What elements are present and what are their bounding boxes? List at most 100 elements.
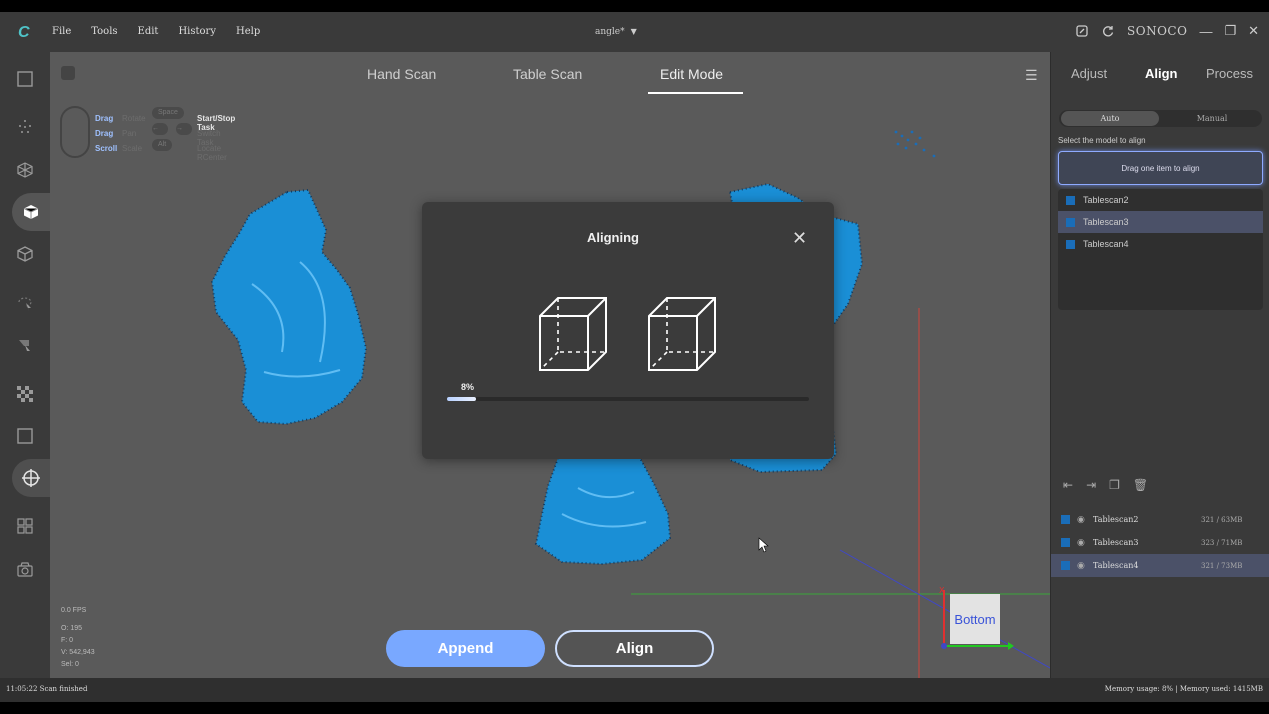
- duplicate-icon[interactable]: ❐: [1109, 478, 1120, 492]
- minimize-icon[interactable]: —: [1199, 24, 1212, 39]
- select-model-label: Select the model to align: [1058, 136, 1146, 145]
- list-item-label: Tablescan2: [1083, 195, 1129, 205]
- menu-bar: File Tools Edit History Help: [52, 26, 260, 37]
- stat-sel: Sel: 0: [61, 661, 79, 668]
- table-row[interactable]: ◉ Tablescan3 323 / 71MB: [1051, 531, 1269, 554]
- menu-history[interactable]: History: [178, 26, 216, 37]
- color-swatch: [1061, 515, 1070, 524]
- stat-v: V: 542,943: [61, 649, 95, 656]
- color-swatch: [1061, 561, 1070, 570]
- lasso-select-icon[interactable]: [13, 292, 37, 316]
- solid-model-icon[interactable]: [12, 193, 50, 231]
- view-settings-icon[interactable]: [61, 66, 75, 80]
- chevron-down-icon: ▼: [630, 27, 637, 36]
- document-selector[interactable]: angle* ▼: [595, 27, 637, 37]
- align-drop-zone[interactable]: Drag one item to align: [1058, 151, 1263, 185]
- eye-icon[interactable]: ◉: [1077, 538, 1091, 548]
- align-mode-toggle: Auto Manual: [1059, 110, 1262, 127]
- cube-icon: [539, 297, 607, 371]
- hint-locate: Locate RCenter: [197, 144, 227, 162]
- model-name: Tablescan2: [1093, 515, 1139, 524]
- eye-icon[interactable]: ◉: [1077, 561, 1091, 571]
- sync-icon[interactable]: [1101, 24, 1115, 38]
- menu-file[interactable]: File: [52, 26, 71, 37]
- screenshot-icon[interactable]: [13, 557, 37, 581]
- hint-pan: Pan: [122, 129, 137, 138]
- layout-grid-icon[interactable]: [13, 514, 37, 538]
- svg-text:X: X: [939, 586, 945, 595]
- table-row[interactable]: ◉ Tablescan2 321 / 63MB: [1051, 508, 1269, 531]
- point-cloud-icon[interactable]: [13, 115, 37, 139]
- app-logo-icon: C: [18, 24, 30, 41]
- color-swatch: [1066, 195, 1075, 205]
- tablescan-model-bottom[interactable]: [534, 457, 672, 566]
- append-button[interactable]: Append: [386, 630, 545, 667]
- hint-drag-pan-label: Drag: [95, 129, 114, 138]
- textured-model-icon[interactable]: [13, 242, 37, 266]
- mouse-cursor-icon: [758, 537, 769, 553]
- dialog-title: Aligning: [587, 230, 639, 245]
- model-list: ◉ Tablescan2 321 / 63MB ◉ Tablescan3 323 / 7…: [1051, 508, 1269, 577]
- tablescan-model-left[interactable]: [210, 188, 368, 426]
- status-bar: 11:05:22 Scan finished Memory usage: 8% …: [0, 678, 1269, 702]
- arrow-right-key-icon: →: [176, 123, 192, 135]
- align-button[interactable]: Align: [555, 630, 714, 667]
- left-toolbar: [0, 52, 50, 678]
- stat-fps: 0.0 FPS: [61, 607, 87, 614]
- delete-icon[interactable]: 🗑: [1133, 478, 1148, 492]
- tab-hand-scan[interactable]: Hand Scan: [367, 66, 436, 82]
- tab-align[interactable]: Align: [1145, 66, 1178, 81]
- list-item[interactable]: Tablescan2: [1058, 189, 1263, 211]
- menu-tools[interactable]: Tools: [91, 26, 117, 37]
- color-swatch: [1066, 217, 1075, 227]
- import-icon[interactable]: ⇤: [1063, 478, 1073, 492]
- restore-icon[interactable]: ❐: [1224, 23, 1236, 39]
- hint-scroll-label: Scroll: [95, 144, 118, 153]
- list-item[interactable]: Tablescan3: [1058, 211, 1263, 233]
- tab-edit-mode[interactable]: Edit Mode: [660, 66, 723, 82]
- list-item-label: Tablescan3: [1083, 217, 1129, 227]
- key-alt: Alt: [152, 139, 173, 151]
- export-icon[interactable]: ⇥: [1086, 478, 1096, 492]
- tab-process[interactable]: Process: [1206, 66, 1253, 81]
- color-swatch: [1066, 239, 1075, 249]
- list-item-label: Tablescan4: [1083, 239, 1129, 249]
- checker-texture-icon[interactable]: [13, 382, 37, 406]
- box-select-icon[interactable]: [13, 67, 37, 91]
- close-icon[interactable]: ✕: [1248, 23, 1259, 39]
- mouse-icon: [60, 106, 90, 158]
- cube-icon-target: [648, 297, 716, 371]
- model-tools: ⇤ ⇥ ❐ 🗑: [1063, 478, 1148, 492]
- mode-manual[interactable]: Manual: [1163, 111, 1261, 126]
- model-size: 321 / 73MB: [1201, 561, 1243, 570]
- key-space: Space: [152, 107, 184, 119]
- mesh-icon[interactable]: [13, 158, 37, 182]
- menu-help[interactable]: Help: [236, 26, 260, 37]
- account-name[interactable]: SONOCO: [1127, 24, 1187, 38]
- color-swatch: [1061, 538, 1070, 547]
- right-panel: Adjust Align Process Auto Manual Select …: [1050, 52, 1269, 678]
- status-message: 11:05:22 Scan finished: [6, 685, 88, 693]
- eye-icon[interactable]: ◉: [1077, 515, 1091, 525]
- axis-gizmo-icon: X: [939, 586, 1014, 650]
- model-size: 321 / 63MB: [1201, 515, 1243, 524]
- align-model-list: Tablescan2 Tablescan3 Tablescan4: [1058, 189, 1263, 310]
- table-row[interactable]: ◉ Tablescan4 321 / 73MB: [1051, 554, 1269, 577]
- frame-icon[interactable]: [13, 424, 37, 448]
- mode-auto[interactable]: Auto: [1061, 111, 1159, 126]
- list-item[interactable]: Tablescan4: [1058, 233, 1263, 255]
- progress-bar: [447, 397, 809, 401]
- window-controls: SONOCO — ❐ ✕: [1075, 23, 1259, 39]
- memory-status: Memory usage: 8% | Memory used: 1415MB: [1104, 685, 1263, 693]
- stray-points: [894, 130, 936, 158]
- tab-table-scan[interactable]: Table Scan: [513, 66, 582, 82]
- menu-icon[interactable]: ☰: [1025, 67, 1038, 84]
- tab-adjust[interactable]: Adjust: [1071, 66, 1107, 81]
- stat-f: F: 0: [61, 637, 74, 644]
- feedback-icon[interactable]: [1075, 24, 1089, 38]
- target-center-icon[interactable]: [12, 459, 50, 497]
- brush-select-icon[interactable]: [13, 334, 37, 358]
- arrow-left-key-icon: ←: [152, 123, 168, 135]
- close-icon[interactable]: ✕: [792, 228, 807, 249]
- menu-edit[interactable]: Edit: [138, 26, 159, 37]
